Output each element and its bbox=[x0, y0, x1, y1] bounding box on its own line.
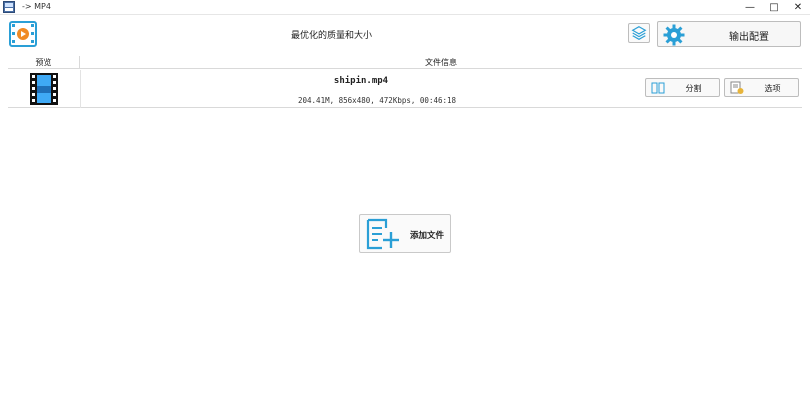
split-icon bbox=[651, 82, 665, 94]
add-file-button[interactable]: 添加文件 bbox=[359, 214, 451, 253]
file-info-column-header: 文件信息 bbox=[425, 58, 457, 67]
film-strip-icon bbox=[30, 73, 58, 105]
minimize-button[interactable]: — bbox=[738, 0, 762, 15]
table-row[interactable]: shipin.mp4 204.41M, 856x480, 472Kbps, 00… bbox=[8, 70, 802, 108]
layers-icon bbox=[631, 26, 647, 40]
options-icon bbox=[730, 81, 744, 94]
output-settings-button[interactable]: 输出配置 bbox=[657, 21, 801, 47]
app-icon bbox=[3, 1, 15, 13]
quality-preset-label[interactable]: 最优化的质量和大小 bbox=[0, 28, 663, 41]
close-button[interactable]: ✕ bbox=[786, 0, 810, 15]
maximize-button[interactable]: □ bbox=[762, 0, 786, 15]
title-bar: -> MP4 — □ ✕ bbox=[0, 0, 810, 15]
add-file-label: 添加文件 bbox=[410, 231, 445, 241]
toolbar: 最优化的质量和大小 输出配置 bbox=[0, 15, 810, 53]
preview-column-header: 预览 bbox=[8, 56, 80, 69]
file-name: shipin.mp4 bbox=[333, 76, 389, 86]
options-button[interactable]: 选项 bbox=[724, 78, 799, 97]
split-label: 分割 bbox=[685, 84, 702, 93]
output-settings-label: 输出配置 bbox=[729, 32, 769, 43]
gear-icon bbox=[663, 24, 685, 46]
layers-button[interactable] bbox=[628, 23, 650, 43]
options-label: 选项 bbox=[764, 84, 781, 93]
file-table-header: 预览 文件信息 bbox=[8, 56, 802, 69]
split-button[interactable]: 分割 bbox=[645, 78, 720, 97]
file-metadata: 204.41M, 856x480, 472Kbps, 00:46:18 bbox=[298, 96, 457, 105]
window-title: -> MP4 bbox=[22, 2, 51, 11]
add-file-icon bbox=[366, 218, 399, 250]
